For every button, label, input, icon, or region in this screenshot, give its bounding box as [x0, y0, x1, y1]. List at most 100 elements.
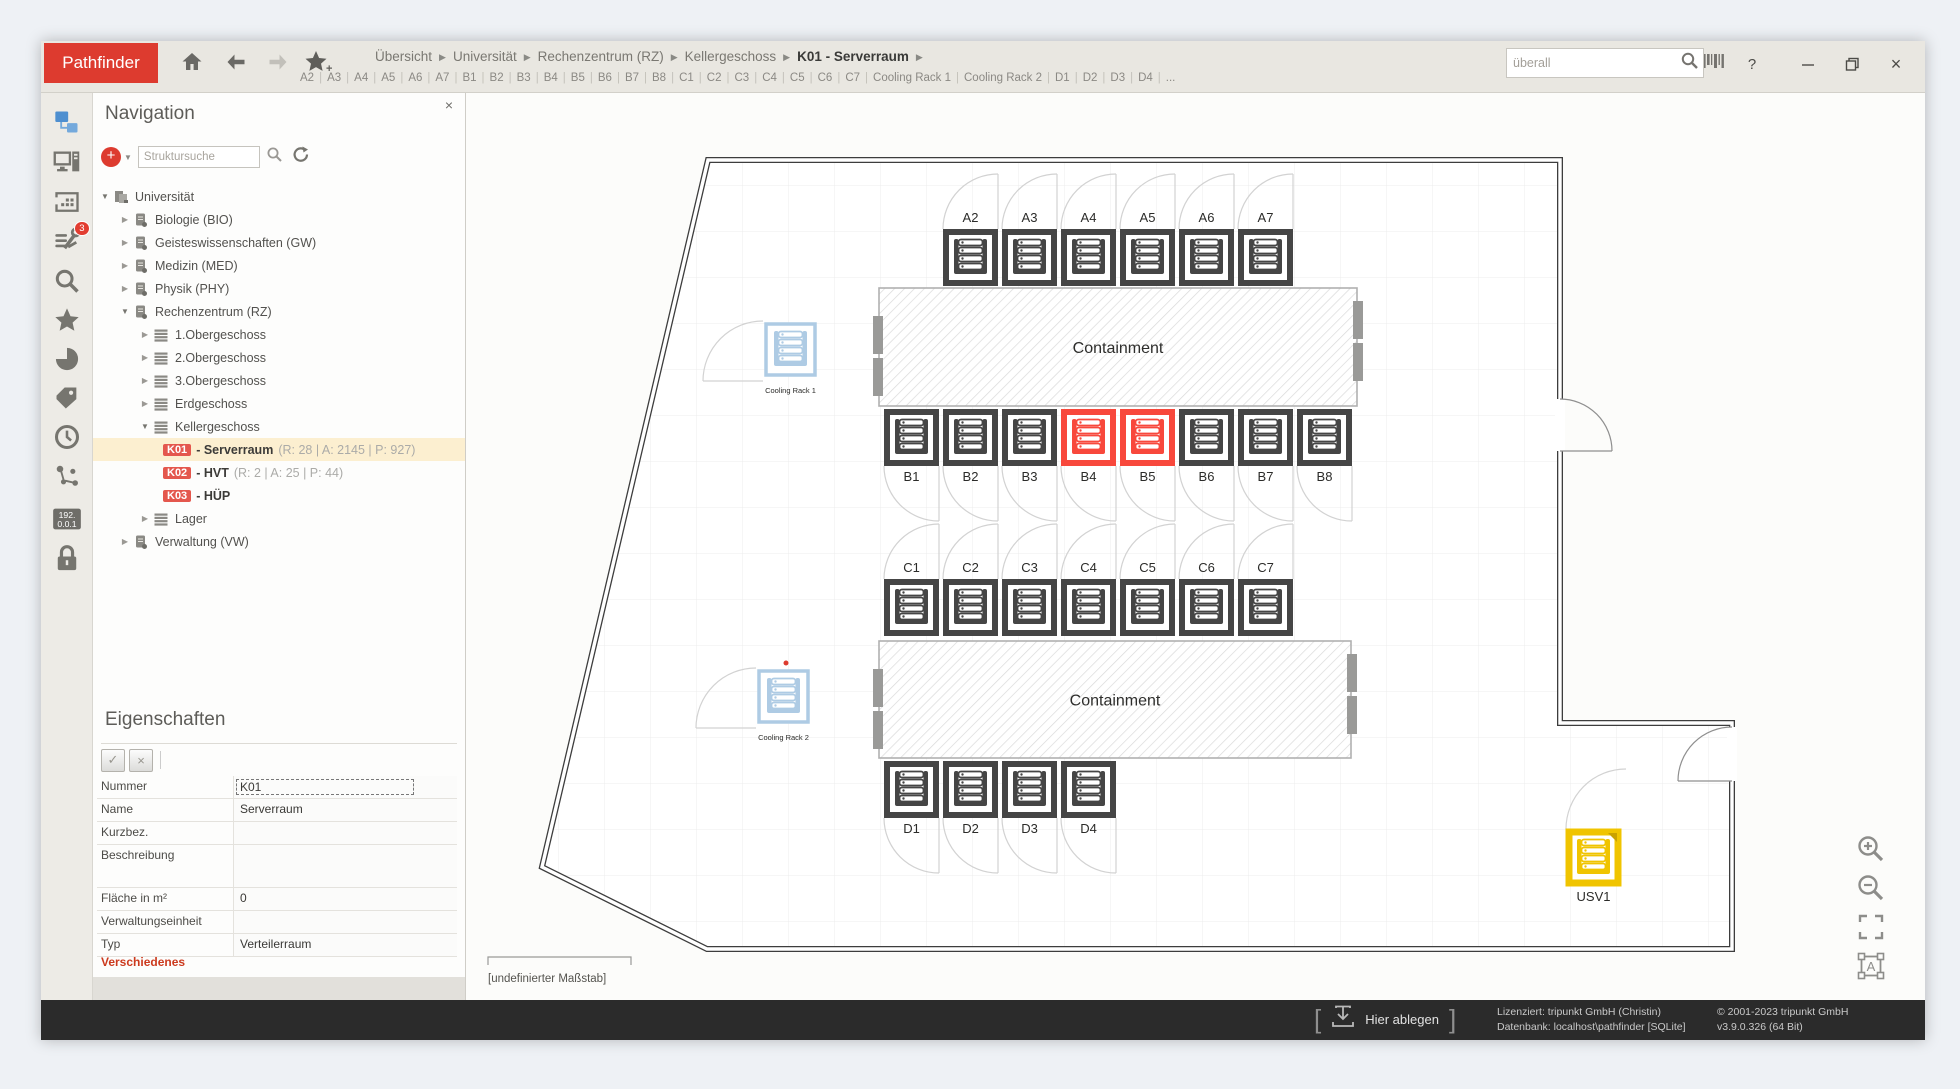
tree-item-medizin-med-[interactable]: ▶Medizin (MED) [93, 254, 465, 277]
sidebar-item-navigation[interactable] [51, 108, 83, 140]
sidebar-item-history[interactable] [51, 423, 83, 455]
tree-item-2-obergeschoss[interactable]: ▶2.Obergeschoss [93, 346, 465, 369]
add-node-button[interactable]: + [101, 147, 121, 167]
breadcrumb-item[interactable]: Kellergeschoss [685, 49, 777, 64]
breadcrumb-sub-item[interactable]: B5 [571, 72, 585, 84]
tree-item-biologie-bio-[interactable]: ▶Biologie (BIO) [93, 208, 465, 231]
expand-arrow-icon[interactable]: ▶ [119, 238, 131, 247]
sidebar-item-ip-address[interactable]: 192.0.0.1 [51, 505, 83, 537]
breadcrumb-sub-item[interactable]: B8 [652, 72, 666, 84]
breadcrumb-sub-item[interactable]: D2 [1083, 72, 1098, 84]
fit-view-button[interactable] [1854, 911, 1888, 943]
structure-search-input[interactable] [138, 146, 260, 168]
expand-arrow-icon[interactable]: ▶ [139, 330, 151, 339]
expand-arrow-icon[interactable]: ▶ [119, 261, 131, 270]
property-value[interactable]: Serverraum [240, 802, 303, 816]
tree-item-physik-phy-[interactable]: ▶Physik (PHY) [93, 277, 465, 300]
property-value[interactable]: 0 [240, 891, 247, 905]
drop-zone[interactable]: [ Hier ablegen ] [1314, 1004, 1456, 1035]
breadcrumb-sub-item[interactable]: B3 [517, 72, 531, 84]
tree-item-k03[interactable]: K03- HÜP [93, 484, 465, 507]
expand-arrow-icon[interactable]: ▶ [139, 514, 151, 523]
tree-item-lager[interactable]: ▶Lager [93, 507, 465, 530]
property-value-cell[interactable]: K01 [233, 776, 457, 798]
breadcrumb-sub-item[interactable]: B2 [490, 72, 504, 84]
barcode-icon[interactable] [1703, 52, 1725, 75]
breadcrumb-sub-item[interactable]: ... [1166, 72, 1176, 84]
tree-item-k01[interactable]: K01- Serverraum(R: 28 | A: 2145 | P: 927… [93, 438, 465, 461]
breadcrumb-sub-item[interactable]: Cooling Rack 1 [873, 72, 951, 84]
sidebar-item-reports[interactable] [51, 345, 83, 377]
back-button[interactable] [219, 48, 253, 80]
property-value-cell[interactable] [233, 822, 457, 844]
breadcrumb-current[interactable]: K01 - Serverraum [797, 49, 909, 64]
search-icon[interactable] [1680, 51, 1699, 75]
property-value[interactable]: Verteilerraum [240, 937, 311, 951]
confirm-button[interactable]: ✓ [101, 749, 125, 772]
sidebar-item-lock[interactable] [51, 545, 83, 577]
breadcrumb-sub-item[interactable]: B4 [544, 72, 558, 84]
breadcrumb-sub-item[interactable]: Cooling Rack 2 [964, 72, 1042, 84]
expand-arrow-icon[interactable]: ▶ [139, 353, 151, 362]
expand-arrow-icon[interactable]: ▶ [119, 284, 131, 293]
breadcrumb-item[interactable]: Rechenzentrum (RZ) [538, 49, 664, 64]
breadcrumb-sub-item[interactable]: C5 [790, 72, 805, 84]
breadcrumb-sub-item[interactable]: A3 [327, 72, 341, 84]
properties-scroll-track[interactable] [93, 977, 465, 1000]
tree-item-1-obergeschoss[interactable]: ▶1.Obergeschoss [93, 323, 465, 346]
breadcrumb-sub-item[interactable]: B1 [462, 72, 476, 84]
global-search-input[interactable] [1507, 56, 1680, 70]
tree-item-rechenzentrum-rz-[interactable]: ▼Rechenzentrum (RZ) [93, 300, 465, 323]
containment-zone[interactable]: Containment [873, 288, 1363, 406]
collapse-arrow-icon[interactable]: ▼ [119, 307, 131, 316]
chevron-down-icon[interactable]: ▼ [124, 153, 132, 162]
breadcrumb-sub-item[interactable]: C2 [707, 72, 722, 84]
properties-section-label[interactable]: Verschiedenes [101, 955, 185, 969]
breadcrumb-sub-item[interactable]: C6 [818, 72, 833, 84]
property-value-cell[interactable]: Serverraum [233, 799, 457, 821]
tree-item-erdgeschoss[interactable]: ▶Erdgeschoss [93, 392, 465, 415]
tree-item-verwaltung-vw-[interactable]: ▶Verwaltung (VW) [93, 530, 465, 553]
tree-item-k02[interactable]: K02- HVT(R: 2 | A: 25 | P: 44) [93, 461, 465, 484]
property-value-cell[interactable] [233, 911, 457, 933]
zoom-out-button[interactable] [1854, 872, 1888, 904]
sidebar-item-search[interactable] [51, 267, 83, 299]
property-value-cell[interactable]: 0 [233, 888, 457, 910]
breadcrumb-sub-item[interactable]: A2 [300, 72, 314, 84]
tree-item-kellergeschoss[interactable]: ▼Kellergeschoss [93, 415, 465, 438]
forward-button[interactable] [261, 48, 295, 80]
tree-item-geisteswissenschaften-gw-[interactable]: ▶Geisteswissenschaften (GW) [93, 231, 465, 254]
breadcrumb-sub-item[interactable]: D3 [1110, 72, 1125, 84]
close-button[interactable]: × [1879, 50, 1913, 78]
breadcrumb-sub-item[interactable]: D1 [1055, 72, 1070, 84]
sidebar-item-floorplan[interactable] [51, 188, 83, 220]
expand-arrow-icon[interactable]: ▶ [119, 537, 131, 546]
structure-search-icon[interactable] [266, 146, 283, 168]
breadcrumb-sub-item[interactable]: C4 [762, 72, 777, 84]
breadcrumb-item[interactable]: Universität [453, 49, 517, 64]
breadcrumb-sub-item[interactable]: C7 [845, 72, 860, 84]
sidebar-item-topology[interactable] [51, 462, 83, 494]
restore-button[interactable] [1835, 50, 1869, 78]
breadcrumb-sub-item[interactable]: B6 [598, 72, 612, 84]
refresh-icon[interactable] [291, 145, 310, 169]
expand-arrow-icon[interactable]: ▶ [139, 376, 151, 385]
help-button[interactable]: ? [1735, 50, 1769, 78]
breadcrumb-item[interactable]: Übersicht [375, 49, 432, 64]
expand-arrow-icon[interactable]: ▶ [139, 399, 151, 408]
collapse-arrow-icon[interactable]: ▼ [99, 192, 111, 201]
breadcrumb-sub-item[interactable]: B7 [625, 72, 639, 84]
breadcrumb-sub-item[interactable]: C3 [735, 72, 750, 84]
sidebar-item-tools[interactable]: 3 [51, 226, 83, 258]
app-logo[interactable]: Pathfinder [44, 43, 158, 83]
cancel-button[interactable]: × [129, 749, 153, 772]
property-value-cell[interactable] [233, 845, 457, 887]
containment-zone[interactable]: Containment [873, 641, 1357, 758]
breadcrumb-sub-item[interactable]: A4 [354, 72, 368, 84]
property-value-cell[interactable]: Verteilerraum [233, 934, 457, 956]
property-input-Nummer[interactable]: K01 [236, 779, 414, 795]
home-button[interactable] [175, 48, 209, 80]
expand-arrow-icon[interactable]: ▶ [119, 215, 131, 224]
sidebar-item-tags[interactable] [51, 384, 83, 416]
minimize-button[interactable] [1791, 50, 1825, 78]
